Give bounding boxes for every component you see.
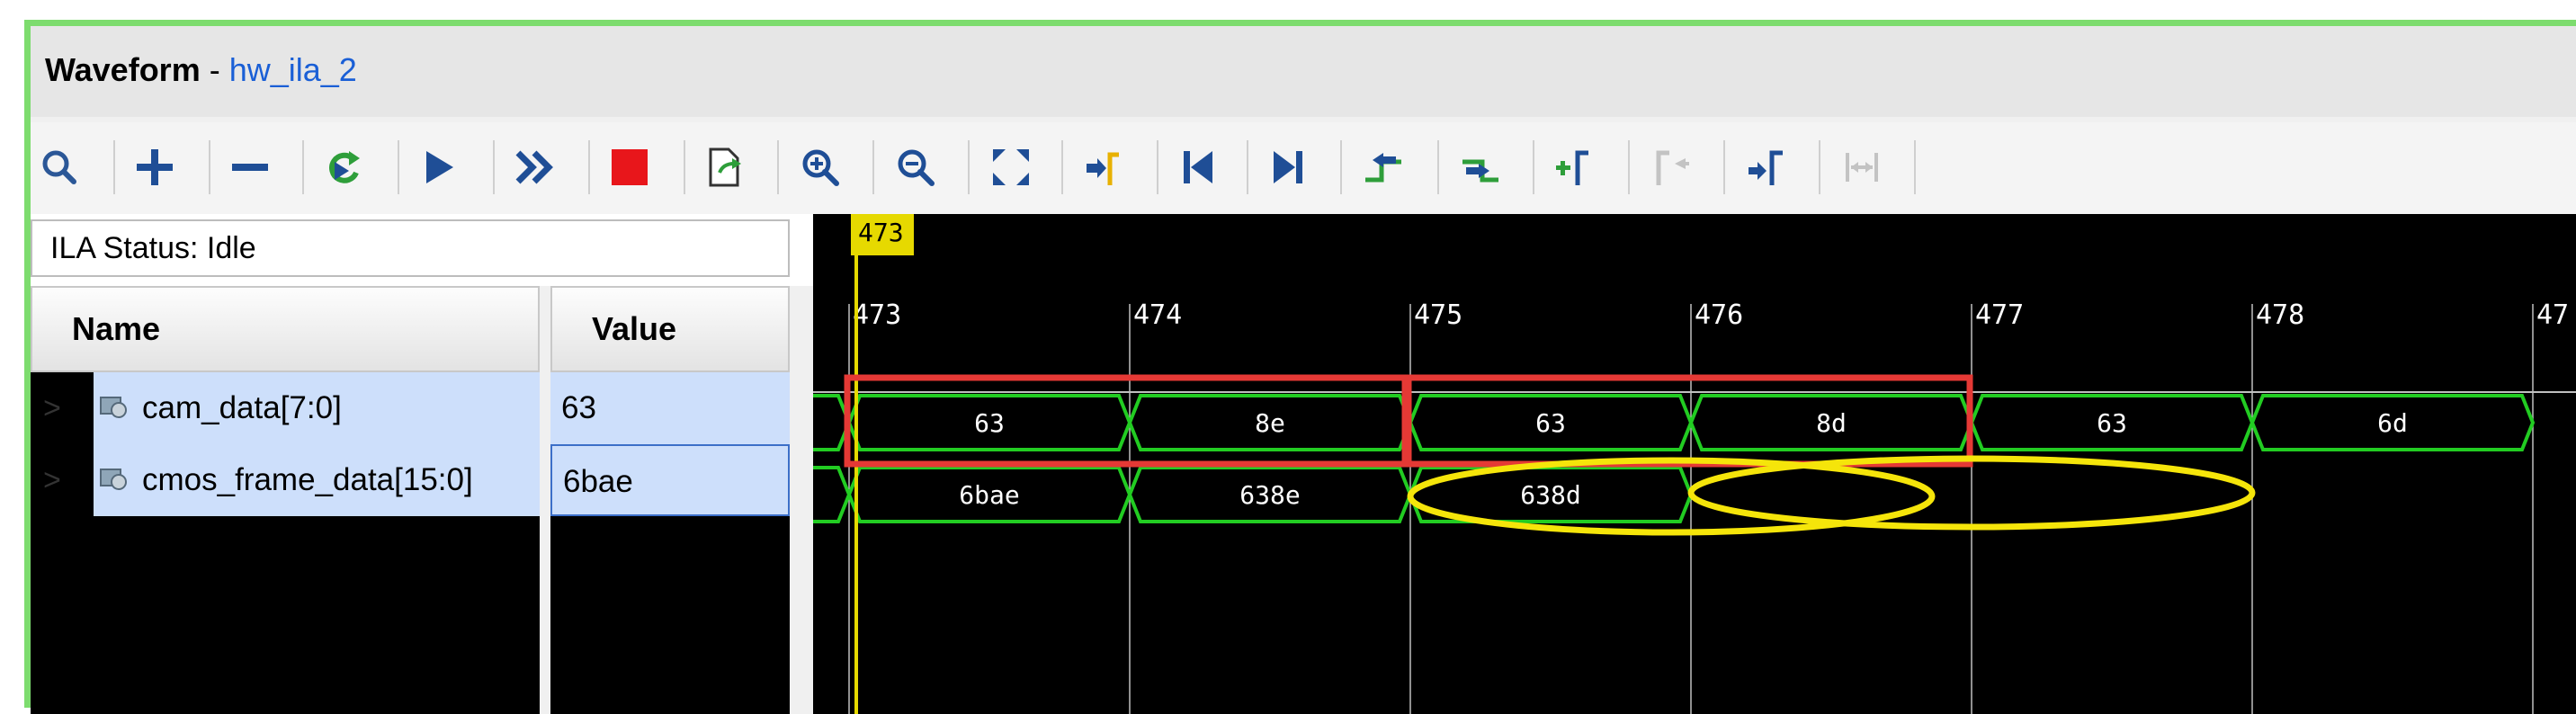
- go-to-time-zero-icon: [1184, 151, 1212, 183]
- bus-segment: [813, 394, 852, 451]
- name-column-header[interactable]: Name: [31, 286, 540, 372]
- remove-icon: [232, 164, 268, 171]
- signal-value: 6bae: [550, 444, 790, 516]
- swap-cursors-button[interactable]: [1833, 138, 1891, 196]
- bus-value-label: 63: [974, 408, 1005, 438]
- previous-marker-button[interactable]: [1642, 138, 1700, 196]
- bus-value-label: 638d: [1520, 480, 1580, 510]
- cursor-label: 473: [858, 218, 904, 247]
- zoom-out-icon: [898, 149, 935, 186]
- window-title-bold: Waveform: [45, 51, 201, 88]
- bus-value-label: 6d: [2377, 408, 2408, 438]
- next-marker-button[interactable]: [1738, 138, 1795, 196]
- go-to-time-zero-button[interactable]: [1169, 138, 1227, 196]
- time-tick-label: 47: [2536, 299, 2569, 331]
- expand-chevron-icon[interactable]: >: [43, 444, 61, 516]
- time-tick-label: 474: [1133, 299, 1182, 331]
- run-trigger-immediate-icon: [329, 151, 360, 183]
- bus-signal-icon: [100, 469, 127, 490]
- export-icon: [709, 147, 741, 187]
- search-icon: [42, 150, 76, 184]
- export-button[interactable]: [696, 138, 754, 196]
- bus-value-label: 8d: [1816, 408, 1847, 438]
- bus-value-label: 6bae: [959, 480, 1019, 510]
- signal-name: cmos_frame_data[15:0]: [142, 462, 473, 497]
- signal-row-cam-data[interactable]: > cam_data[7:0]: [31, 372, 540, 444]
- zoom-fit-button[interactable]: [982, 138, 1040, 196]
- zoom-out-button[interactable]: [887, 138, 944, 196]
- zoom-fit-icon: [993, 149, 1029, 185]
- add-marker-button[interactable]: [1545, 138, 1603, 196]
- bus-signal-icon: [100, 397, 127, 418]
- remove-button[interactable]: [221, 138, 279, 196]
- toolbar: [31, 122, 2576, 214]
- ila-status: ILA Status: Idle: [31, 219, 790, 277]
- time-tick-label: 475: [1414, 299, 1462, 331]
- time-tick-label: 477: [1975, 299, 2024, 331]
- run-trigger-button[interactable]: [410, 138, 468, 196]
- bus-value-label: 8e: [1255, 408, 1285, 438]
- time-tick-label: 473: [853, 299, 901, 331]
- next-transition-icon: [1462, 159, 1498, 183]
- bus-value-label: 638e: [1239, 480, 1300, 510]
- go-to-last-time-button[interactable]: [1259, 138, 1317, 196]
- add-marker-icon: [1556, 150, 1588, 185]
- zoom-in-icon: [802, 149, 839, 186]
- signal-names-list: > cam_data[7:0] > cmos_frame_data[15:0]: [31, 372, 540, 714]
- previous-transition-icon: [1365, 153, 1401, 183]
- signal-name: cam_data[7:0]: [142, 390, 342, 425]
- add-icon: [137, 149, 173, 185]
- zoom-in-button[interactable]: [792, 138, 849, 196]
- window-title: Waveform - hw_ila_2: [45, 51, 357, 89]
- window-title-name: hw_ila_2: [228, 51, 357, 88]
- signal-row-cmos-frame-data[interactable]: > cmos_frame_data[15:0]: [31, 444, 540, 516]
- auto-retrigger-icon: [515, 150, 553, 184]
- window-titlebar: Waveform - hw_ila_2: [31, 26, 2576, 117]
- next-transition-button[interactable]: [1452, 138, 1509, 196]
- waveform-window: Waveform - hw_ila_2 ILA Status: Idle Nam…: [24, 20, 2576, 714]
- go-to-cursor-button[interactable]: [1074, 138, 1131, 196]
- auto-retrigger-button[interactable]: [505, 138, 563, 196]
- previous-marker-icon: [1656, 150, 1689, 185]
- signal-value: 63: [550, 372, 790, 444]
- time-tick-label: 478: [2256, 299, 2304, 331]
- time-tick-label: 476: [1695, 299, 1743, 331]
- go-to-last-time-icon: [1274, 151, 1302, 183]
- bus-segment: [813, 466, 852, 523]
- swap-cursors-icon: [1846, 153, 1878, 182]
- expand-chevron-icon[interactable]: >: [43, 372, 61, 444]
- stop-icon: [612, 149, 648, 185]
- value-column-header[interactable]: Value: [550, 286, 790, 372]
- add-button[interactable]: [126, 138, 183, 196]
- signal-values-list: 63 6bae: [550, 372, 790, 714]
- bus-value-label: 63: [1535, 408, 1566, 438]
- waveform-canvas[interactable]: 473 474 475 476 477 478 47 63 8e 63 8d 63 6d 6bae 638e…: [813, 214, 2576, 714]
- run-trigger-immediate-button[interactable]: [315, 138, 372, 196]
- previous-transition-button[interactable]: [1355, 138, 1412, 196]
- next-marker-icon: [1749, 150, 1783, 185]
- signal-panel: ILA Status: Idle Name Value > cam_data[7…: [31, 214, 813, 714]
- stop-button[interactable]: [601, 138, 658, 196]
- search-button[interactable]: [31, 138, 88, 196]
- bus-value-label: 63: [2097, 408, 2127, 438]
- go-to-cursor-icon: [1087, 152, 1119, 185]
- run-trigger-icon: [426, 151, 453, 183]
- window-title-separator: -: [200, 51, 229, 88]
